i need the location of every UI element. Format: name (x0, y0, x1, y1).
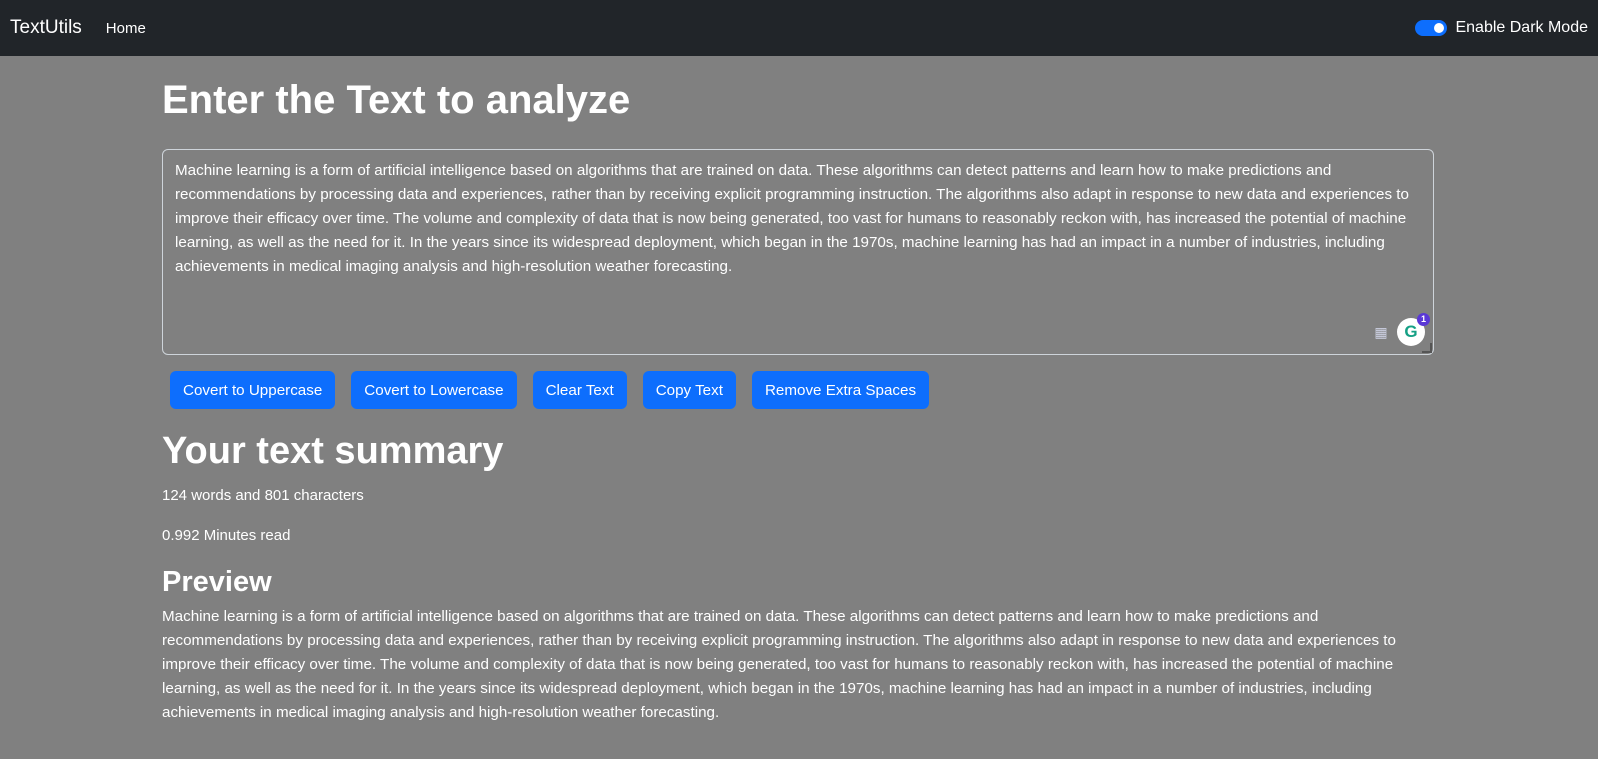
textarea-tools: ▦ G 1 (1373, 313, 1430, 346)
brand-link[interactable]: TextUtils (10, 17, 82, 39)
text-input-area[interactable]: Machine learning is a form of artificial… (162, 149, 1434, 355)
read-time: 0.992 Minutes read (162, 526, 291, 544)
nav-link-home[interactable]: Home (106, 20, 146, 37)
page-title: Enter the Text to analyze (162, 78, 631, 122)
preview-heading: Preview (162, 565, 272, 598)
toggle-switch-icon[interactable] (1415, 20, 1448, 36)
clear-text-button[interactable]: Clear Text (532, 371, 627, 409)
resize-handle[interactable] (1422, 343, 1432, 353)
textarea-value[interactable]: Machine learning is a form of artificial… (175, 159, 1421, 279)
summary-heading: Your text summary (162, 430, 504, 472)
uppercase-button[interactable]: Covert to Uppercase (170, 371, 336, 409)
navbar: TextUtils Home Enable Dark Mode (0, 0, 1598, 56)
text-tool-icon[interactable]: ▦ (1373, 323, 1389, 341)
preview-text: Machine learning is a form of artificial… (162, 608, 1396, 722)
main-container: Enter the Text to analyze Machine learni… (162, 56, 1434, 725)
dark-mode-label[interactable]: Enable Dark Mode (1455, 19, 1588, 37)
lowercase-button[interactable]: Covert to Lowercase (351, 371, 517, 409)
remove-extra-spaces-button[interactable]: Remove Extra Spaces (751, 371, 930, 409)
dark-mode-toggle[interactable]: Enable Dark Mode (1415, 0, 1588, 56)
grammarly-count-badge: 1 (1417, 313, 1430, 326)
word-char-count: 124 words and 801 characters (162, 486, 364, 504)
copy-text-button[interactable]: Copy Text (642, 371, 736, 409)
grammarly-icon[interactable]: G 1 (1397, 313, 1430, 346)
action-buttons: Covert to Uppercase Covert to Lowercase … (170, 371, 1434, 409)
